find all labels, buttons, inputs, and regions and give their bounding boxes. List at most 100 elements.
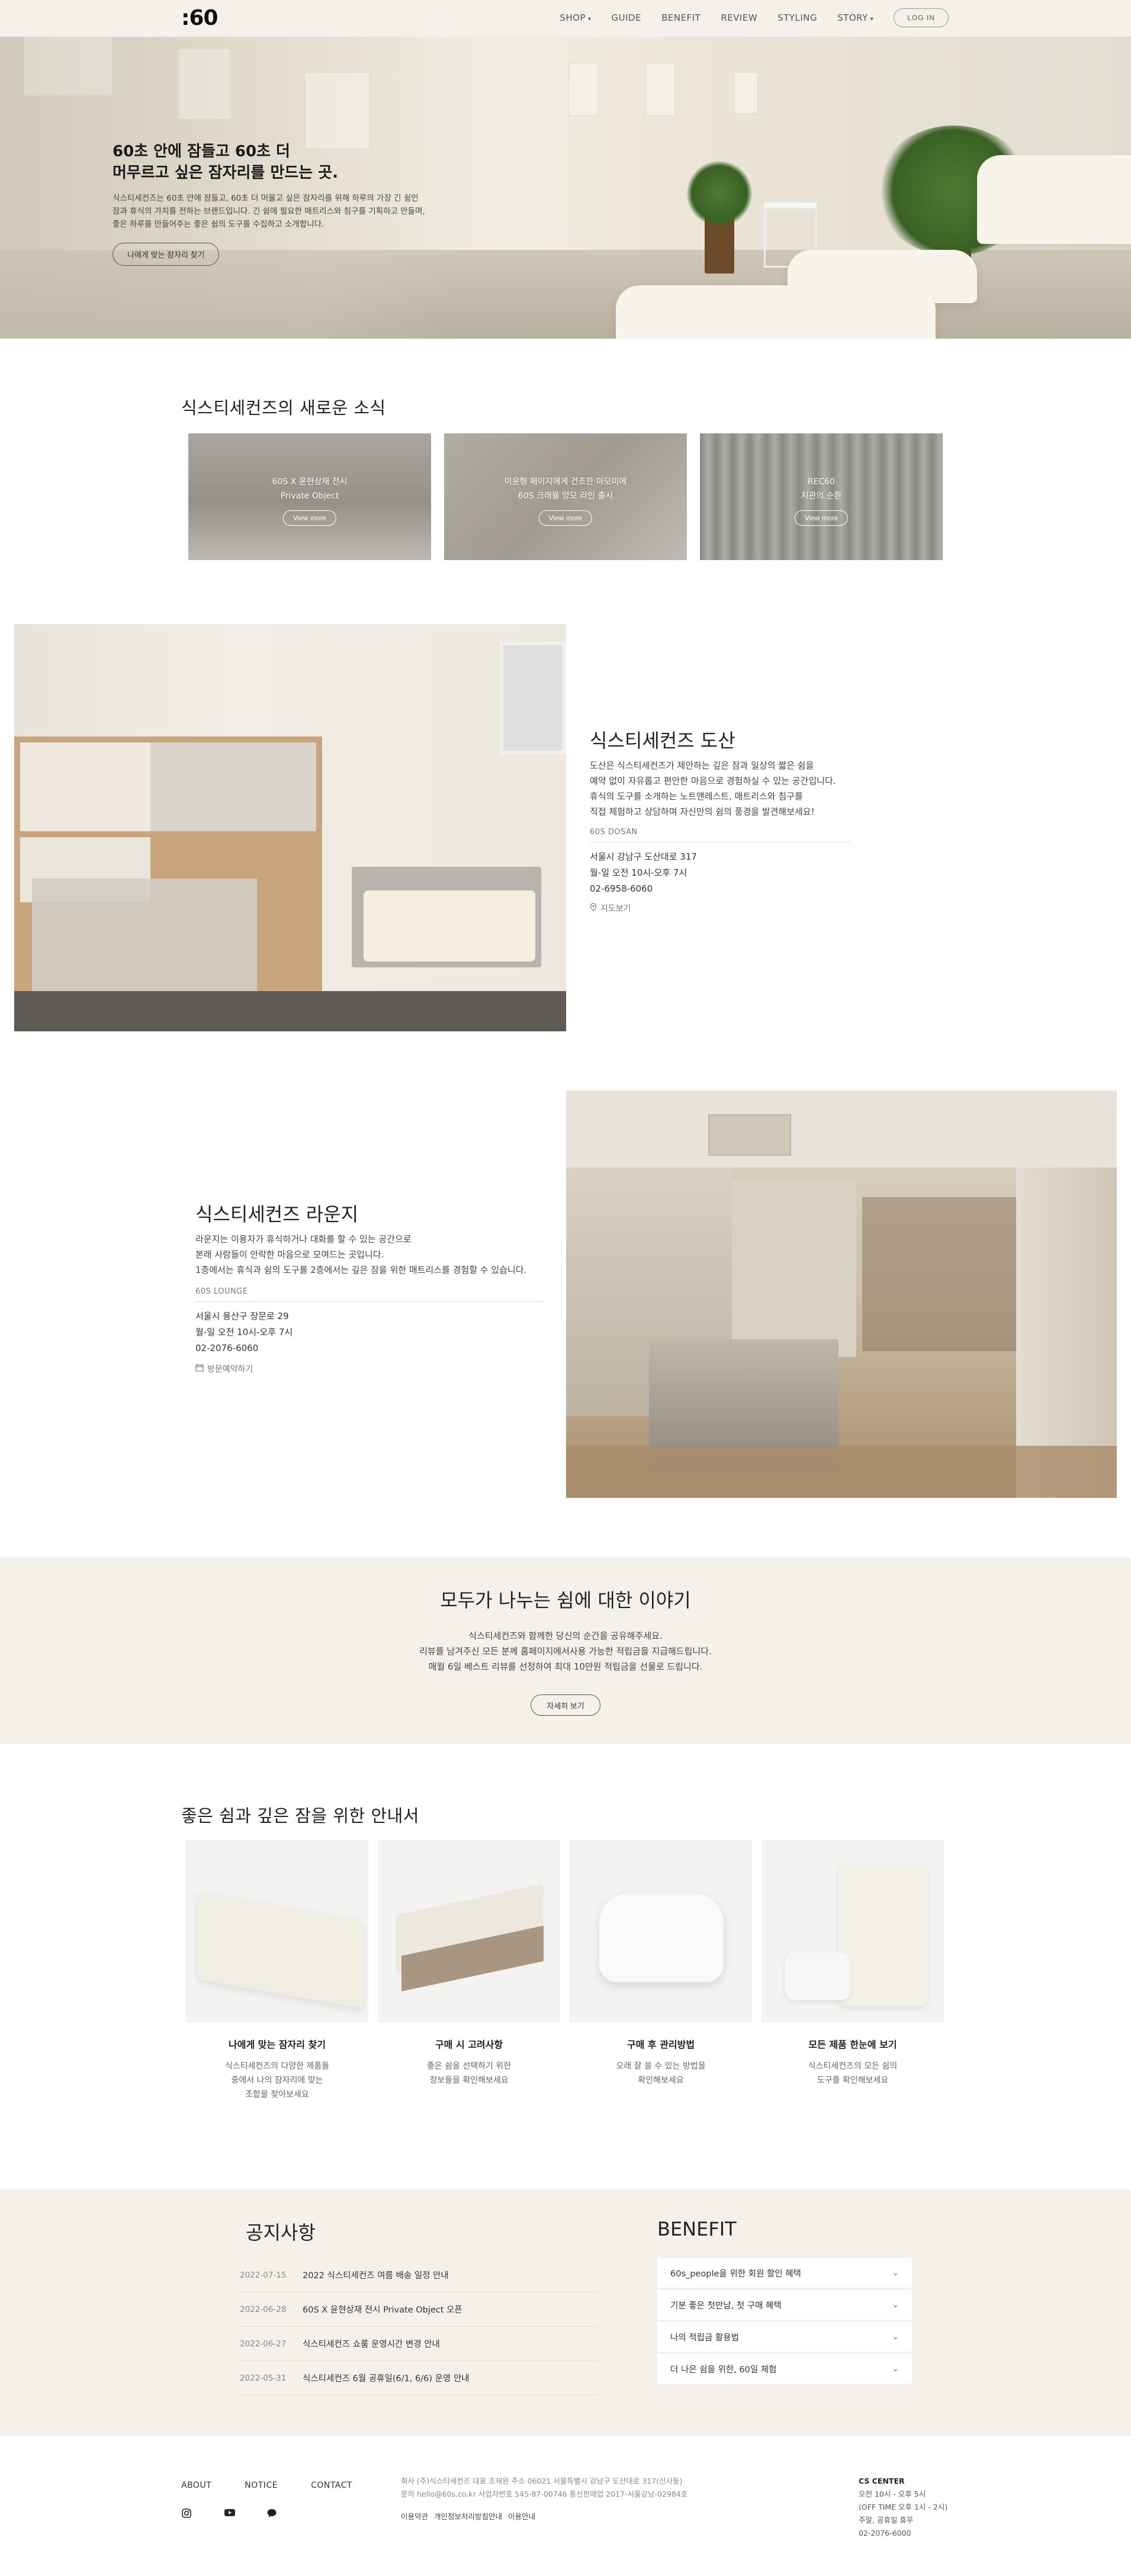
- footer-notice-link[interactable]: NOTICE: [245, 2481, 278, 2490]
- chevron-down-icon: ▾: [870, 16, 874, 22]
- lounge-store-image: [566, 1091, 1117, 1498]
- cs-title: CS CENTER: [859, 2477, 905, 2485]
- lounge-address: 서울시 용산구 장문로 29: [195, 1311, 289, 1321]
- dosan-info: 서울시 강남구 도산대로 317 월-일 오전 10시-오후 7시 02-695…: [590, 849, 697, 897]
- guide-card-description: 식스티세컨즈의 모든 쉼의 도구를 확인해보세요: [808, 2062, 898, 2085]
- news-card-caption: 이윤형 페이지에게 건조한 마모미에 60S 크래뮬 양모 라인 출시: [504, 477, 627, 501]
- notice-text: 식스티세컨즈 6월 공휴일(6/1, 6/6) 운영 안내: [303, 2374, 470, 2384]
- map-link[interactable]: 지도보기: [590, 902, 631, 914]
- lounge-description: 라운지는 이용자가 휴식하거나 대화를 할 수 있는 공간으로 본래 사람들이 …: [195, 1234, 527, 1275]
- hero-title: 60초 안에 잠들고 60초 더 머무르고 싶은 잠자리를 만드는 곳.: [113, 143, 338, 182]
- review-more-button[interactable]: 자세히 보기: [531, 1694, 600, 1716]
- hero-description: 식스티세컨즈는 60초 안에 잠들고, 60초 더 머물고 싶은 잠자리를 위해…: [113, 194, 425, 229]
- cs-hours: 오전 10시 - 오후 5시: [859, 2490, 926, 2498]
- news-card-caption: 60S X 윤현상재 전시 Private Object: [272, 477, 348, 501]
- plant: [687, 161, 752, 226]
- notice-item[interactable]: 2022-06-27 식스티세컨즈 쇼룸 운영시간 변경 안내: [240, 2327, 598, 2361]
- back-room: [862, 1197, 1016, 1351]
- view-more-button[interactable]: View more: [794, 510, 849, 526]
- map-pin-icon: [590, 903, 597, 914]
- mattress-topper: [198, 1890, 364, 2009]
- benefit-item[interactable]: 기분 좋은 첫만남, 첫 구매 혜택 ⌄: [657, 2290, 912, 2320]
- guide-card-title: 구매 시 고려사항: [435, 2039, 503, 2050]
- map-link-label: 지도보기: [600, 904, 631, 914]
- nav-styling[interactable]: STYLING: [777, 12, 817, 23]
- nav-shop[interactable]: SHOP ▾: [560, 12, 591, 23]
- floor: [14, 991, 566, 1031]
- notice-item[interactable]: 2022-06-28 60S X 윤현상재 전시 Private Object …: [240, 2292, 598, 2327]
- lounge-label: 60S LOUNGE: [195, 1287, 248, 1296]
- guide-card-description: 식스티세컨즈의 다양한 제품들 중에서 나의 잠자리에 맞는 조합을 찾아보세요: [224, 2062, 330, 2099]
- ceiling: [566, 1091, 1117, 1168]
- news-card[interactable]: 이윤형 페이지에게 건조한 마모미에 60S 크래뮬 양모 라인 출시 View…: [444, 433, 687, 560]
- find-bedding-button[interactable]: 나에게 맞는 잠자리 찾기: [113, 243, 220, 266]
- notice-date: 2022-06-27: [240, 2339, 287, 2349]
- dosan-label: 60S DOSAN: [590, 828, 638, 837]
- news-card-caption: REC60 지관의 순환: [801, 477, 842, 501]
- footer-contact-link[interactable]: CONTACT: [311, 2481, 352, 2490]
- nav-story[interactable]: STORY ▾: [837, 12, 873, 23]
- nav-review[interactable]: REVIEW: [721, 12, 757, 23]
- login-button[interactable]: LOG IN: [894, 8, 949, 27]
- main-nav: SHOP ▾ GUIDE BENEFIT REVIEW STYLING STORY…: [560, 8, 949, 27]
- notice-date: 2022-05-31: [240, 2373, 287, 2383]
- guide-card-description: 좋은 쉼을 선택하기 위한 정보들을 확인해보세요: [426, 2062, 512, 2085]
- guide-card-description: 오래 잘 쓸 수 있는 방법을 확인해보세요: [616, 2062, 706, 2085]
- cs-off-time: (OFF TIME 오후 1시 - 2시): [859, 2503, 948, 2511]
- guide-link[interactable]: 이용안내: [508, 2510, 535, 2523]
- cs-phone: 02-2076-6000: [859, 2529, 911, 2538]
- footer-about-link[interactable]: ABOUT: [181, 2481, 211, 2490]
- guide-card[interactable]: 구매 시 고려사항 좋은 쉼을 선택하기 위한 정보들을 확인해보세요: [378, 1840, 560, 2088]
- company-line-1: 회사 (주)식스티세컨즈 대표 조재완 주소 06021 서울특별시 강남구 도…: [401, 2477, 683, 2485]
- pillows: [785, 1953, 850, 2000]
- news-card[interactable]: REC60 지관의 순환 View more: [700, 433, 943, 560]
- news-card[interactable]: 60S X 윤현상재 전시 Private Object View more: [188, 433, 431, 560]
- terms-link[interactable]: 이용약관: [401, 2510, 428, 2523]
- benefit-label: 더 나은 쉼을 위한, 60일 체험: [670, 2365, 777, 2375]
- hanging-rack: [732, 1179, 856, 1357]
- hero-banner: 60초 안에 잠들고 60초 더 머무르고 싶은 잠자리를 만드는 곳. 식스티…: [0, 37, 1131, 339]
- guide-card[interactable]: 구매 후 관리방법 오래 잘 쓸 수 있는 방법을 확인해보세요: [570, 1840, 752, 2088]
- benefit-item[interactable]: 60s_people을 위한 회원 할인 혜택 ⌄: [657, 2258, 912, 2288]
- guide-card[interactable]: 나에게 맞는 잠자리 찾기 식스티세컨즈의 다양한 제품들 중에서 나의 잠자리…: [186, 1840, 368, 2102]
- footer-nav: ABOUT NOTICE CONTACT: [181, 2481, 352, 2490]
- benefit-item[interactable]: 나의 적립금 활용법 ⌄: [657, 2322, 912, 2352]
- review-description: 식스티세컨즈와 함께한 당신의 순간을 공유해주세요. 리뷰를 남겨주신 모든 …: [419, 1630, 712, 1672]
- chat-icon[interactable]: [266, 2508, 278, 2520]
- notice-item[interactable]: 2022-05-31 식스티세컨즈 6월 공휴일(6/1, 6/6) 운영 안내: [240, 2361, 598, 2395]
- duvet: [599, 1893, 724, 1982]
- view-more-button[interactable]: View more: [282, 510, 337, 526]
- site-logo[interactable]: :60: [181, 6, 218, 30]
- dosan-address: 서울시 강남구 도산대로 317: [590, 851, 697, 862]
- benefit-item[interactable]: 더 나은 쉼을 위한, 60일 체험 ⌄: [657, 2354, 912, 2384]
- guide-card-image: [186, 1840, 368, 2022]
- calendar-icon: [195, 1363, 204, 1374]
- wall-panel: [734, 72, 758, 114]
- notice-text: 2022 식스티세컨즈 여름 배송 일정 안내: [303, 2271, 449, 2281]
- wall-panel: [568, 63, 598, 116]
- chevron-down-icon: ▾: [587, 16, 592, 22]
- chevron-down-icon: ⌄: [892, 2332, 899, 2342]
- cs-holiday: 주말, 공휴일 휴무: [859, 2516, 914, 2524]
- lounge-phone: 02-2076-6060: [195, 1343, 259, 1353]
- guide-card[interactable]: 모든 제품 한눈에 보기 식스티세컨즈의 모든 쉼의 도구를 확인해보세요: [762, 1840, 944, 2088]
- window: [500, 642, 566, 754]
- company-line-2: 문의 hello@60s.co.kr 사업자번호 545-87-00746 통신…: [401, 2490, 688, 2498]
- mattress-upright: [838, 1864, 927, 2006]
- youtube-icon[interactable]: [224, 2508, 236, 2520]
- notice-date: 2022-06-28: [240, 2304, 287, 2314]
- view-more-button[interactable]: View more: [538, 510, 593, 526]
- nav-guide[interactable]: GUIDE: [612, 12, 642, 23]
- visit-reservation-link[interactable]: 방문예약하기: [195, 1363, 253, 1375]
- dosan-description: 도산은 식스티세컨즈가 제안하는 깊은 잠과 일상의 짧은 쉼을 예약 없이 자…: [590, 760, 836, 817]
- instagram-icon[interactable]: [181, 2508, 193, 2520]
- visit-reservation-label: 방문예약하기: [207, 1365, 253, 1374]
- notice-item[interactable]: 2022-07-15 2022 식스티세컨즈 여름 배송 일정 안내: [240, 2258, 598, 2292]
- ceiling-vent: [708, 1114, 791, 1156]
- privacy-link[interactable]: 개인정보처리방침안내: [434, 2510, 502, 2523]
- chevron-down-icon: ⌄: [892, 2268, 899, 2278]
- nav-benefit[interactable]: BENEFIT: [661, 12, 701, 23]
- chevron-down-icon: ⌄: [892, 2300, 899, 2310]
- notice-text: 60S X 윤현상재 전시 Private Object 오픈: [303, 2305, 462, 2315]
- lounge-info: 서울시 용산구 장문로 29 월-일 오전 10시-오후 7시 02-2076-…: [195, 1308, 293, 1356]
